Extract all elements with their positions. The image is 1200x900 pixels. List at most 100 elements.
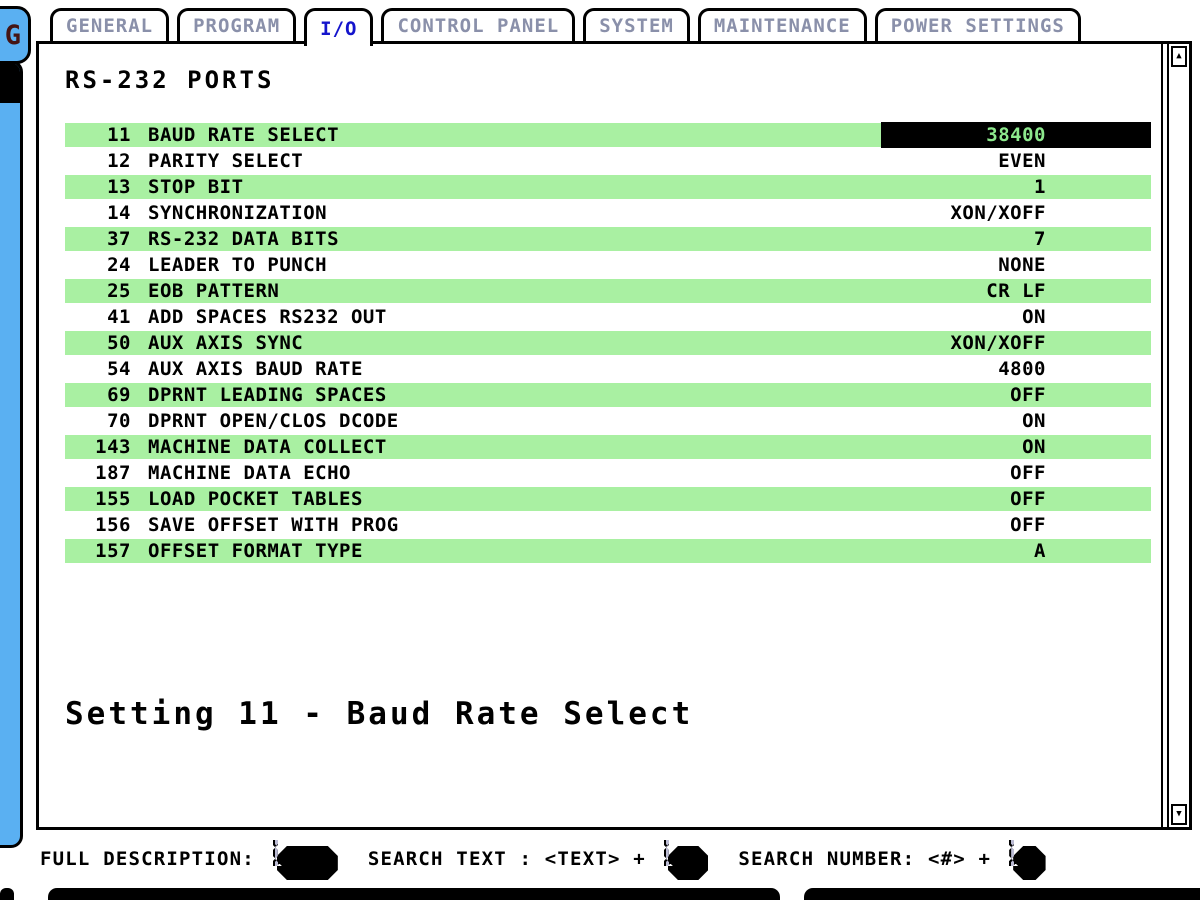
side-tab-g-label: G — [5, 20, 21, 51]
setting-number: 14 — [65, 200, 131, 226]
side-tab-g[interactable]: G — [0, 6, 31, 64]
page-title: RS-232 PORTS — [65, 66, 274, 94]
tab-power-settings[interactable]: POWER SETTINGS — [875, 8, 1081, 41]
setting-value: ON — [881, 408, 1151, 434]
help-key-icon: HELP — [273, 842, 334, 876]
setting-value: NONE — [881, 252, 1151, 278]
setting-name: LEADER TO PUNCH — [148, 252, 327, 278]
setting-value: A — [881, 538, 1151, 564]
tab-label: MAINTENANCE — [714, 15, 851, 37]
settings-table: 11 BAUD RATE SELECT 38400 12 PARITY SELE… — [65, 122, 1151, 564]
search-text-label: SEARCH TEXT : <TEXT> + — [368, 848, 646, 870]
setting-row[interactable]: 41 ADD SPACES RS232 OUT ON — [65, 304, 1151, 330]
tab-label: PROGRAM — [193, 15, 280, 37]
setting-value: 4800 — [881, 356, 1151, 382]
setting-name: DPRNT OPEN/CLOS DCODE — [148, 408, 399, 434]
setting-value: EVEN — [881, 148, 1151, 174]
f2-key-icon: F2 — [664, 842, 704, 876]
setting-name: AUX AXIS BAUD RATE — [148, 356, 363, 382]
scroll-down-icon[interactable]: ▼ — [1171, 804, 1187, 825]
setting-number: 143 — [65, 434, 131, 460]
setting-name: MACHINE DATA COLLECT — [148, 434, 387, 460]
setting-row[interactable]: 70 DPRNT OPEN/CLOS DCODE ON — [65, 408, 1151, 434]
tab-label: I/O — [320, 18, 357, 40]
setting-row[interactable]: 50 AUX AXIS SYNC XON/XOFF — [65, 330, 1151, 356]
setting-number: 24 — [65, 252, 131, 278]
setting-number: 54 — [65, 356, 131, 382]
setting-number: 157 — [65, 538, 131, 564]
tab-label: POWER SETTINGS — [891, 15, 1065, 37]
tab-bar: GENERAL PROGRAM I/O CONTROL PANEL SYSTEM MAIN… — [50, 8, 1081, 41]
tab-control-panel[interactable]: CONTROL PANEL — [381, 8, 575, 41]
side-strip — [0, 60, 23, 848]
setting-name: AUX AXIS SYNC — [148, 330, 303, 356]
setting-number: 25 — [65, 278, 131, 304]
tab-system[interactable]: SYSTEM — [583, 8, 690, 41]
bottom-tab-stub-right — [804, 888, 1200, 900]
setting-name: DPRNT LEADING SPACES — [148, 382, 387, 408]
tab-general[interactable]: GENERAL — [50, 8, 169, 41]
scrollbar[interactable]: ▲ ▼ — [1161, 44, 1189, 827]
setting-name: OFFSET FORMAT TYPE — [148, 538, 363, 564]
setting-name: BAUD RATE SELECT — [148, 122, 339, 148]
scroll-up-icon[interactable]: ▲ — [1171, 46, 1187, 67]
setting-row[interactable]: 14 SYNCHRONIZATION XON/XOFF — [65, 200, 1151, 226]
setting-value: CR LF — [881, 278, 1151, 304]
scrollbar-track-line — [1167, 44, 1169, 827]
setting-row[interactable]: 12 PARITY SELECT EVEN — [65, 148, 1151, 174]
setting-number: 70 — [65, 408, 131, 434]
setting-row[interactable]: 143 MACHINE DATA COLLECT ON — [65, 434, 1151, 460]
setting-name: RS-232 DATA BITS — [148, 226, 339, 252]
setting-value: 1 — [881, 174, 1151, 200]
setting-name: STOP BIT — [148, 174, 244, 200]
setting-value: OFF — [881, 512, 1151, 538]
search-number-label: SEARCH NUMBER: <#> + — [738, 848, 991, 870]
setting-value: OFF — [881, 460, 1151, 486]
setting-row[interactable]: 54 AUX AXIS BAUD RATE 4800 — [65, 356, 1151, 382]
setting-row[interactable]: 156 SAVE OFFSET WITH PROG OFF — [65, 512, 1151, 538]
setting-value: OFF — [881, 486, 1151, 512]
tab-maintenance[interactable]: MAINTENANCE — [698, 8, 867, 41]
cursor-down-key-icon: ▼ — [1009, 842, 1041, 876]
setting-row[interactable]: 157 OFFSET FORMAT TYPE A — [65, 538, 1151, 564]
setting-name: SAVE OFFSET WITH PROG — [148, 512, 399, 538]
setting-row[interactable]: 187 MACHINE DATA ECHO OFF — [65, 460, 1151, 486]
bottom-tab-stub-left — [48, 888, 780, 900]
setting-name: LOAD POCKET TABLES — [148, 486, 363, 512]
bottom-left-tab-stub — [0, 888, 14, 900]
setting-row[interactable]: 25 EOB PATTERN CR LF — [65, 278, 1151, 304]
setting-row[interactable]: 155 LOAD POCKET TABLES OFF — [65, 486, 1151, 512]
tab-i-o[interactable]: I/O — [304, 8, 373, 46]
side-strip-top-cap — [0, 63, 20, 103]
setting-value: OFF — [881, 382, 1151, 408]
footer-help-bar: FULL DESCRIPTION: HELP SEARCH TEXT : <TE… — [40, 832, 1190, 886]
setting-number: 69 — [65, 382, 131, 408]
settings-panel: RS-232 PORTS 11 BAUD RATE SELECT 38400 1… — [36, 41, 1192, 830]
tab-label: CONTROL PANEL — [397, 15, 559, 37]
setting-number: 155 — [65, 486, 131, 512]
tab-label: SYSTEM — [599, 15, 674, 37]
setting-value: XON/XOFF — [881, 200, 1151, 226]
setting-row[interactable]: 69 DPRNT LEADING SPACES OFF — [65, 382, 1151, 408]
setting-number: 37 — [65, 226, 131, 252]
setting-number: 13 — [65, 174, 131, 200]
setting-row[interactable]: 24 LEADER TO PUNCH NONE — [65, 252, 1151, 278]
tab-program[interactable]: PROGRAM — [177, 8, 296, 41]
setting-row[interactable]: 13 STOP BIT 1 — [65, 174, 1151, 200]
setting-name: EOB PATTERN — [148, 278, 279, 304]
setting-number: 50 — [65, 330, 131, 356]
tab-label: GENERAL — [66, 15, 153, 37]
setting-number: 12 — [65, 148, 131, 174]
setting-number: 187 — [65, 460, 131, 486]
setting-value: ON — [881, 304, 1151, 330]
setting-row[interactable]: 37 RS-232 DATA BITS 7 — [65, 226, 1151, 252]
full-description-label: FULL DESCRIPTION: — [40, 848, 255, 870]
setting-name: MACHINE DATA ECHO — [148, 460, 351, 486]
setting-number: 11 — [65, 122, 131, 148]
setting-name: SYNCHRONIZATION — [148, 200, 327, 226]
setting-number: 156 — [65, 512, 131, 538]
setting-value: 38400 — [881, 122, 1151, 148]
setting-value: 7 — [881, 226, 1151, 252]
setting-row[interactable]: 11 BAUD RATE SELECT 38400 — [65, 122, 1151, 148]
setting-value: ON — [881, 434, 1151, 460]
